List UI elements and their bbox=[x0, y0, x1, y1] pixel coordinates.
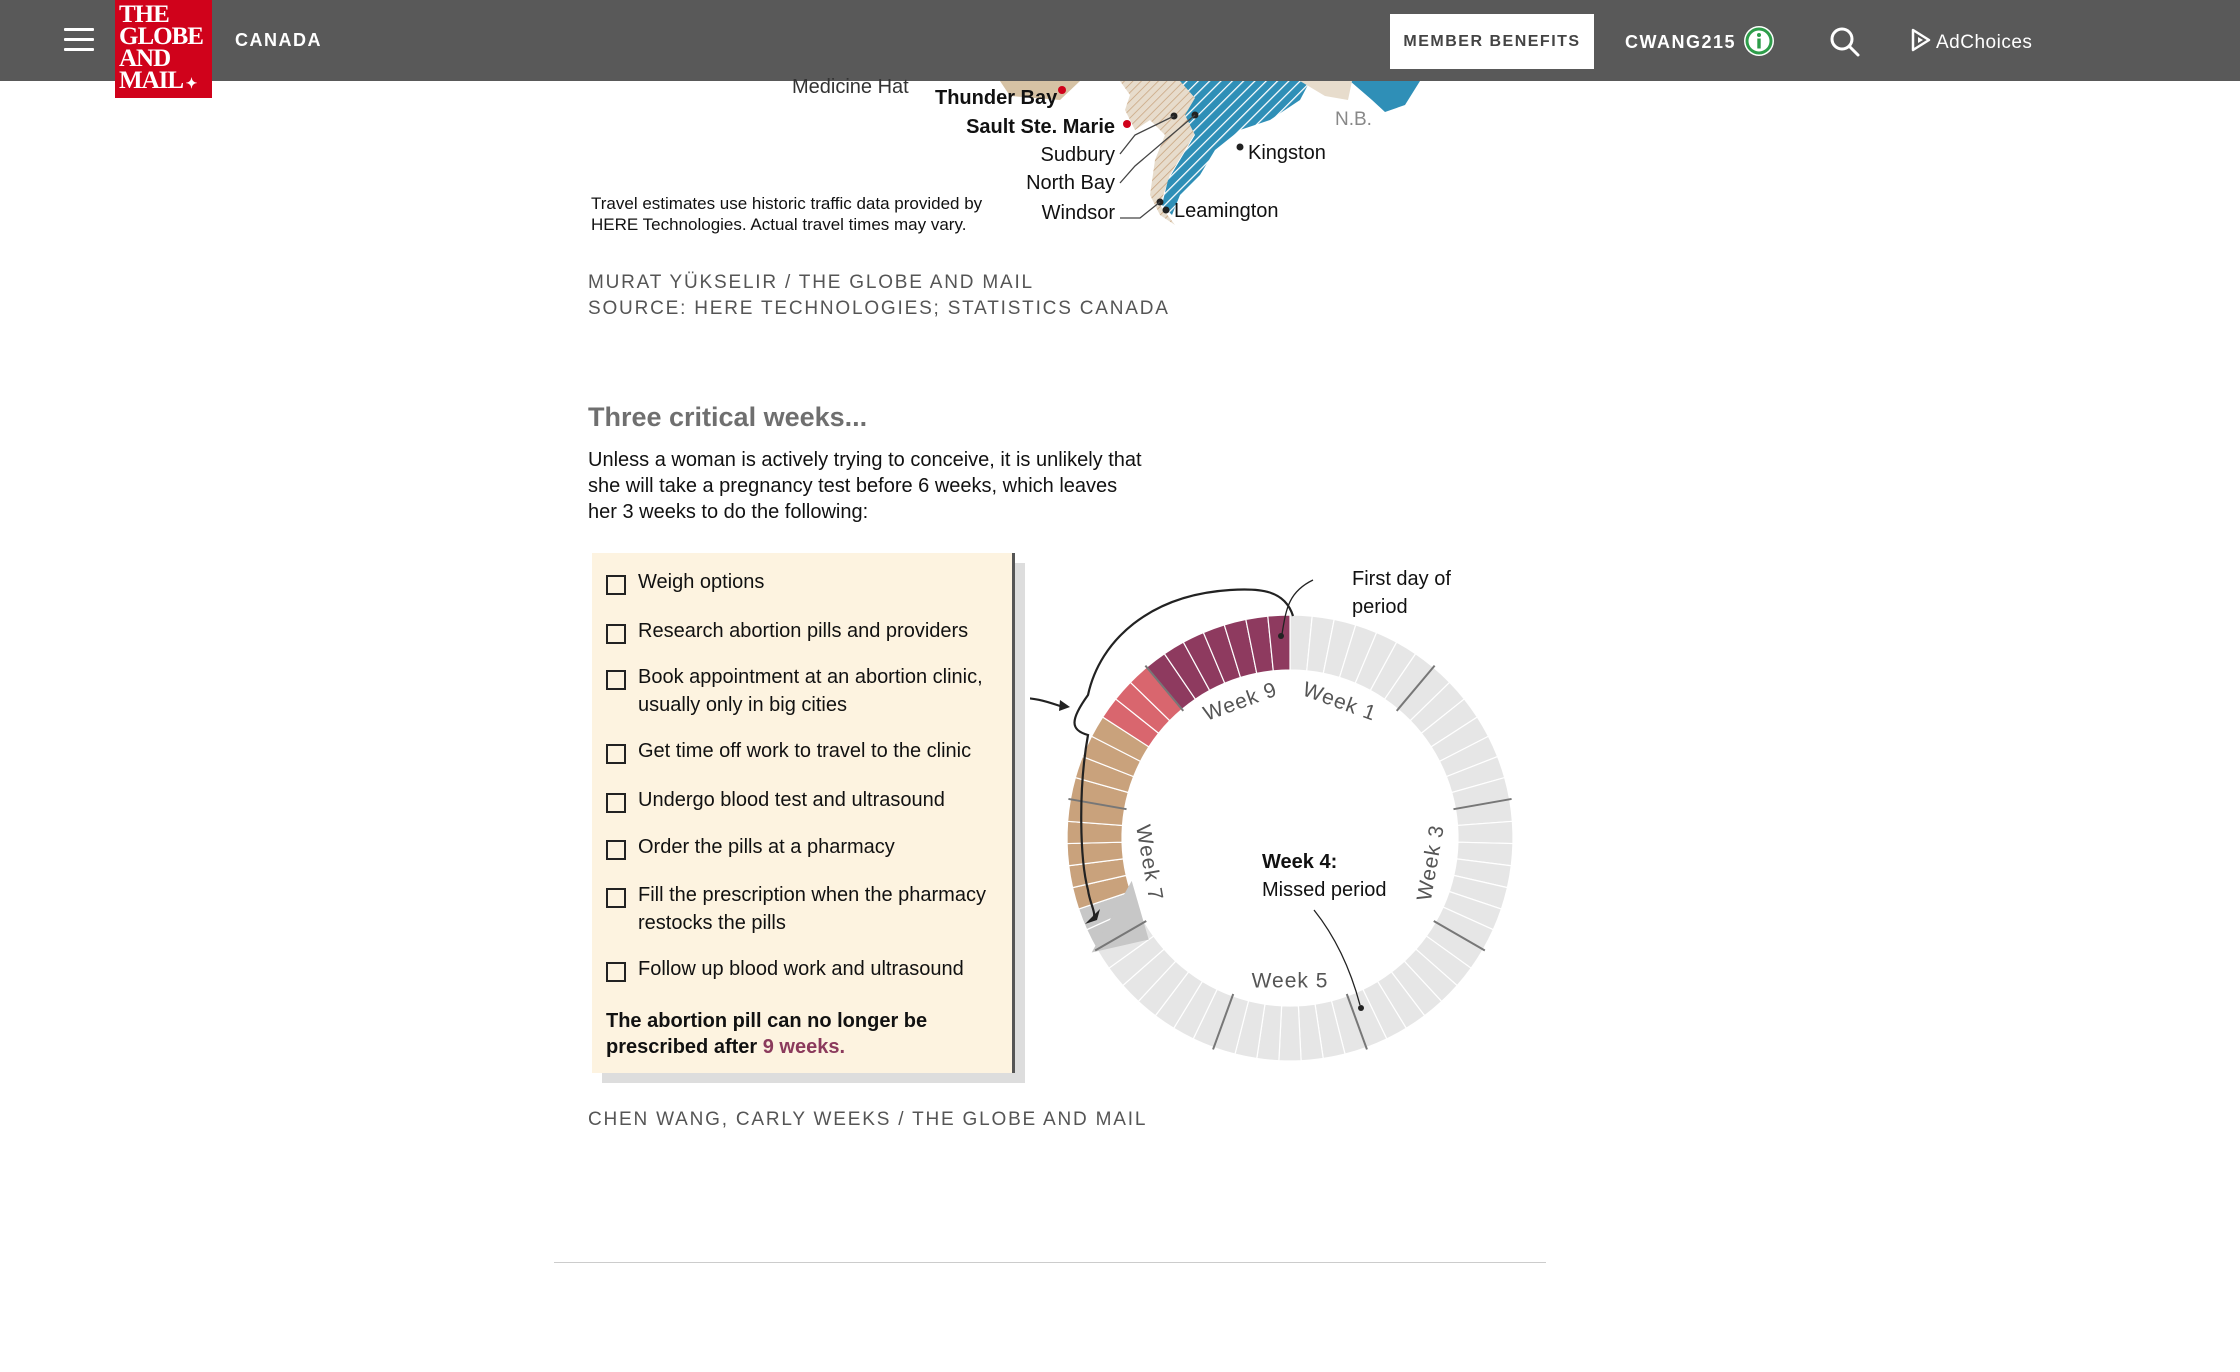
map-label-medicine-hat: Medicine Hat bbox=[792, 76, 909, 98]
week-label: Week 7 bbox=[1131, 823, 1167, 903]
map-source: SOURCE: HERE TECHNOLOGIES; STATISTICS CA… bbox=[588, 298, 1170, 319]
checklist-item: Book appointment at an abortion clinic, … bbox=[606, 663, 1006, 719]
week4-subtitle: Missed period bbox=[1262, 879, 1387, 901]
checkbox-icon bbox=[606, 670, 626, 690]
map-label-leamington: Leamington bbox=[1174, 200, 1279, 222]
week4-dot bbox=[1358, 1005, 1364, 1011]
ring-day-segment bbox=[1456, 820, 1514, 845]
checklist-item: Undergo blood test and ultrasound bbox=[606, 786, 1006, 814]
logo-line: MAIL ✦ bbox=[119, 67, 197, 94]
username-link[interactable]: CWANG215 bbox=[1625, 32, 1736, 53]
checkbox-icon bbox=[606, 744, 626, 764]
adchoices-link[interactable]: AdChoices bbox=[1910, 28, 2032, 54]
checklist-item: Research abortion pills and providers bbox=[606, 617, 1006, 645]
graphic-intro: Unless a woman is actively trying to con… bbox=[588, 449, 1142, 523]
first-day-dot bbox=[1278, 633, 1284, 639]
checkbox-icon bbox=[606, 624, 626, 644]
checkbox-icon bbox=[606, 962, 626, 982]
search-icon[interactable] bbox=[1829, 26, 1861, 58]
map-label-thunder-bay: Thunder Bay bbox=[935, 87, 1058, 109]
checklist-arrow bbox=[1030, 697, 1061, 708]
nine-week-limit-note: The abortion pill can no longer be presc… bbox=[606, 1010, 928, 1058]
graphic-heading: Three critical weeks... bbox=[588, 402, 868, 432]
checklist-item: Follow up blood work and ultrasound bbox=[606, 955, 1006, 983]
checkbox-icon bbox=[606, 840, 626, 860]
map-footnote: Travel estimates use historic traffic da… bbox=[591, 194, 983, 234]
globe-and-mail-logo[interactable]: THE GLOBE AND MAIL ✦ bbox=[115, 0, 212, 98]
checklist-arrowhead bbox=[1059, 700, 1070, 711]
map-label-windsor: Windsor bbox=[1042, 202, 1116, 224]
map-label-north-bay: North Bay bbox=[1026, 172, 1115, 194]
week4-title: Week 4: bbox=[1262, 851, 1337, 873]
week-label: Week 3 bbox=[1413, 823, 1449, 903]
map-label-sault-ste-marie: Sault Ste. Marie bbox=[966, 116, 1115, 138]
checklist-item: Weigh options bbox=[606, 568, 1006, 596]
checkbox-icon bbox=[606, 888, 626, 908]
section-divider bbox=[554, 1262, 1546, 1263]
map-credit: MURAT YÜKSELIR / THE GLOBE AND MAIL bbox=[588, 272, 1034, 293]
map-label-sudbury: Sudbury bbox=[1041, 144, 1116, 166]
adchoices-label: AdChoices bbox=[1936, 32, 2033, 53]
ring-week-labels: Week 1Week 3Week 5Week 7Week 9 bbox=[1131, 678, 1449, 993]
first-day-label: First day of bbox=[1352, 568, 1451, 590]
info-icon[interactable] bbox=[1742, 24, 1776, 58]
adchoices-icon bbox=[1911, 28, 1931, 52]
abortion-checklist: Weigh options Research abortion pills an… bbox=[592, 553, 1015, 1073]
checklist-item: Order the pills at a pharmacy bbox=[606, 833, 1006, 861]
nine-week-highlight: 9 weeks. bbox=[762, 1036, 846, 1058]
checklist-item: Fill the prescription when the pharmacy … bbox=[606, 881, 1006, 937]
week-label: Week 5 bbox=[1252, 970, 1329, 993]
first-day-label-2: period bbox=[1352, 596, 1408, 618]
map-label-kingston: Kingston bbox=[1248, 142, 1326, 164]
checklist-item: Get time off work to travel to the clini… bbox=[606, 737, 1006, 765]
ring-day-segment bbox=[1278, 1005, 1302, 1062]
checkbox-icon bbox=[606, 575, 626, 595]
checkbox-icon bbox=[606, 793, 626, 813]
pregnancy-weeks-ring: Week 1Week 3Week 5Week 7Week 9 First day… bbox=[1030, 568, 1514, 1062]
graphic-credit: CHEN WANG, CARLY WEEKS / THE GLOBE AND M… bbox=[588, 1109, 1148, 1130]
map-label-nb: N.B. bbox=[1335, 109, 1372, 130]
